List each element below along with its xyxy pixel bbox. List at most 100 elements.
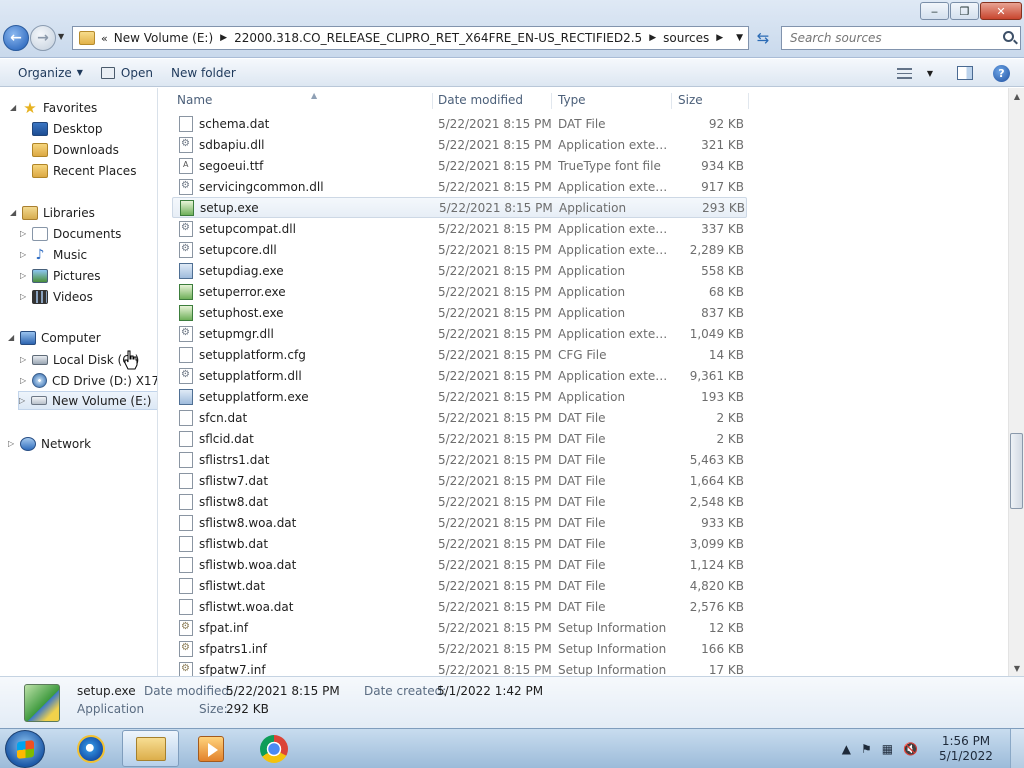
nav-local-disk[interactable]: ▷ Local Disk (C:) [20,350,139,369]
scroll-up-button[interactable]: ▲ [1009,88,1024,104]
show-hidden-icons-arrow[interactable]: ▲ [842,742,851,756]
file-row[interactable]: setup.exe 5/22/2021 8:15 PM Application 293… [172,197,747,218]
file-row[interactable]: sflistwb.woa.dat 5/22/2021 8:15 PM DAT Fil… [172,554,747,575]
nav-cd-drive[interactable]: ▷ CD Drive (D:) X17-59 [20,371,157,390]
file-row[interactable]: setupcore.dll 5/22/2021 8:15 PM Applicatio… [172,239,747,260]
breadcrumb-release-folder[interactable]: 22000.318.CO_RELEASE_CLIPRO_RET_X64FRE_E… [234,31,642,45]
file-row[interactable]: sfpatw7.inf 5/22/2021 8:15 PM Setup Inform… [172,659,747,676]
new-folder-button[interactable]: New folder [162,59,245,86]
nav-music[interactable]: ▷ ♪ Music [20,245,87,264]
views-icon[interactable] [896,67,912,79]
breadcrumb-sources[interactable]: sources [663,31,709,45]
file-name: setupdiag.exe [199,263,284,278]
back-button[interactable]: ← [3,25,29,51]
file-row[interactable]: setupmgr.dll 5/22/2021 8:15 PM Application… [172,323,747,344]
search-icon[interactable] [1003,31,1014,42]
expand-icon[interactable]: ▷ [20,355,30,364]
file-row[interactable]: sflistwt.woa.dat 5/22/2021 8:15 PM DAT Fil… [172,596,747,617]
column-type[interactable]: Type [554,93,672,109]
nav-network[interactable]: ▷ Network [8,434,91,453]
file-row[interactable]: sflistrs1.dat 5/22/2021 8:15 PM DAT File 5,… [172,449,747,470]
nav-new-volume[interactable]: ▷ New Volume (E:) [18,391,157,410]
file-row[interactable]: setupplatform.dll 5/22/2021 8:15 PM Applic… [172,365,747,386]
volume-muted-icon[interactable]: 🔇 [903,742,918,756]
close-button[interactable]: ✕ [980,2,1022,20]
file-row[interactable]: schema.dat 5/22/2021 8:15 PM DAT File 92 KB [172,113,747,134]
file-row[interactable]: sdbapiu.dll 5/22/2021 8:15 PM Application … [172,134,747,155]
expand-icon[interactable]: ▷ [19,396,29,405]
expand-icon[interactable]: ▷ [20,292,30,301]
recent-pages-dropdown[interactable]: ▼ [58,32,64,41]
nav-videos[interactable]: ▷ Videos [20,287,93,306]
chevron-right-icon[interactable]: ▶ [649,33,656,43]
file-row[interactable]: setupcompat.dll 5/22/2021 8:15 PM Applicat… [172,218,747,239]
file-row[interactable]: sfpatrs1.inf 5/22/2021 8:15 PM Setup Infor… [172,638,747,659]
file-row[interactable]: sflcid.dat 5/22/2021 8:15 PM DAT File 2 KB [172,428,747,449]
nav-downloads[interactable]: Downloads [20,140,119,159]
file-name: sflistwb.woa.dat [199,557,297,572]
column-date-modified[interactable]: Date modified [434,93,552,109]
nav-pictures[interactable]: ▷ Pictures [20,266,101,285]
breadcrumb-new-volume[interactable]: New Volume (E:) [114,31,213,45]
file-row[interactable]: sflistw8.dat 5/22/2021 8:15 PM DAT File 2,5… [172,491,747,512]
setup-application-icon [179,304,193,321]
chevron-right-icon[interactable]: ▶ [220,33,227,43]
file-row[interactable]: setuphost.exe 5/22/2021 8:15 PM Applicatio… [172,302,747,323]
action-center-flag-icon[interactable]: ⚑ [861,742,872,756]
file-row[interactable]: setupplatform.exe 5/22/2021 8:15 PM Applic… [172,386,747,407]
search-box[interactable] [781,26,1021,50]
nav-favorites[interactable]: ◢ ★ Favorites [10,98,97,117]
help-icon[interactable]: ? [993,64,1010,82]
views-dropdown[interactable]: ▼ [927,69,933,78]
forward-button[interactable]: → [30,25,56,51]
address-dropdown[interactable]: ▼ [736,33,743,43]
file-row[interactable]: servicingcommon.dll 5/22/2021 8:15 PM Appl… [172,176,747,197]
file-row[interactable]: sflistwt.dat 5/22/2021 8:15 PM DAT File 4,8… [172,575,747,596]
vertical-scrollbar[interactable]: ▲ ▼ [1008,88,1024,676]
file-row[interactable]: sflistw7.dat 5/22/2021 8:15 PM DAT File 1,6… [172,470,747,491]
network-status-icon[interactable]: ▦ [882,742,893,756]
file-row[interactable]: setupdiag.exe 5/22/2021 8:15 PM Applicatio… [172,260,747,281]
column-name[interactable]: Name ▲ [173,91,433,109]
nav-recent-places[interactable]: Recent Places [20,161,136,180]
expand-icon[interactable]: ▷ [20,229,30,238]
organize-button[interactable]: Organize ▼ [9,59,92,86]
column-size[interactable]: Size [674,93,749,109]
file-row[interactable]: sflistwb.dat 5/22/2021 8:15 PM DAT File 3,0… [172,533,747,554]
scroll-thumb[interactable] [1010,433,1023,509]
start-button[interactable] [5,730,45,768]
file-row[interactable]: segoeui.ttf 5/22/2021 8:15 PM TrueType fon… [172,155,747,176]
collapse-icon[interactable]: ◢ [10,208,20,217]
address-overflow[interactable]: « [101,32,108,45]
show-desktop-button[interactable] [1010,729,1024,768]
preview-pane-icon[interactable] [957,66,973,80]
expand-icon[interactable]: ▷ [20,376,30,385]
collapse-icon[interactable]: ◢ [8,333,18,342]
expand-icon[interactable]: ▷ [8,439,18,448]
search-input[interactable] [790,31,990,45]
file-row[interactable]: setuperror.exe 5/22/2021 8:15 PM Applicati… [172,281,747,302]
maximize-button[interactable]: ❐ [950,2,979,20]
file-row[interactable]: sfcn.dat 5/22/2021 8:15 PM DAT File 2 KB [172,407,747,428]
taskbar-media-player[interactable] [182,730,239,767]
taskbar-internet-explorer[interactable] [62,730,119,767]
clock[interactable]: 1:56 PM 5/1/2022 [928,734,1004,764]
nav-desktop[interactable]: Desktop [20,119,103,138]
minimize-button[interactable]: ‒ [920,2,949,20]
nav-documents[interactable]: ▷ Documents [20,224,121,243]
expand-icon[interactable]: ▷ [20,250,30,259]
file-row[interactable]: sfpat.inf 5/22/2021 8:15 PM Setup Informat… [172,617,747,638]
collapse-icon[interactable]: ◢ [10,103,20,112]
refresh-button[interactable]: ⇆ [751,27,775,49]
file-row[interactable]: sflistw8.woa.dat 5/22/2021 8:15 PM DAT Fil… [172,512,747,533]
open-button[interactable]: Open [92,59,162,86]
taskbar-chrome[interactable] [245,730,302,767]
nav-libraries[interactable]: ◢ Libraries [10,203,95,222]
nav-computer[interactable]: ◢ Computer [8,328,157,347]
expand-icon[interactable]: ▷ [20,271,30,280]
address-bar[interactable]: « New Volume (E:) ▶ 22000.318.CO_RELEASE… [72,26,749,50]
scroll-down-button[interactable]: ▼ [1009,660,1024,676]
file-row[interactable]: setupplatform.cfg 5/22/2021 8:15 PM CFG Fi… [172,344,747,365]
taskbar-windows-explorer[interactable] [122,730,179,767]
chevron-right-icon[interactable]: ▶ [716,33,723,43]
